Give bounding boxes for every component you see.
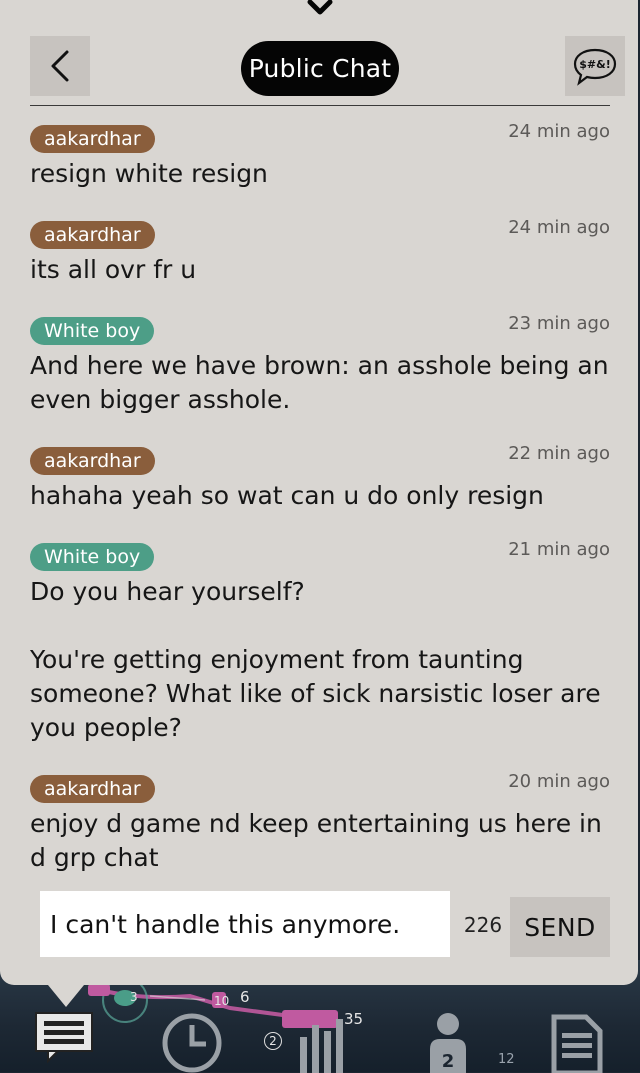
chat-message: White boy 23 min ago And here we have br… xyxy=(30,313,617,417)
chat-panel: Public Chat $#&! aakardhar 24 min ago re… xyxy=(0,0,638,985)
char-count: 226 xyxy=(463,913,503,937)
speech-bubble-icon: $#&! xyxy=(573,48,617,86)
message-text: hahaha yeah so wat can u do only resign xyxy=(30,481,544,510)
message-author[interactable]: aakardhar xyxy=(30,775,155,803)
document-icon[interactable] xyxy=(550,1011,604,1073)
bottom-nav: 2 xyxy=(0,985,640,1073)
message-author[interactable]: aakardhar xyxy=(30,125,155,153)
page-title: Public Chat xyxy=(241,41,399,96)
message-input[interactable]: I can't handle this anymore. xyxy=(40,891,450,957)
message-time: 23 min ago xyxy=(508,313,610,334)
message-time: 22 min ago xyxy=(508,443,610,464)
message-text: Do you hear yourself? You're getting enj… xyxy=(30,577,601,742)
chat-message: aakardhar 24 min ago resign white resign xyxy=(30,121,610,191)
chat-message: aakardhar 22 min ago hahaha yeah so wat … xyxy=(30,443,610,513)
message-text: resign white resign xyxy=(30,159,268,188)
send-button[interactable]: SEND xyxy=(510,897,610,957)
clock-icon[interactable] xyxy=(160,1011,224,1073)
message-text: enjoy d game nd keep entertaining us her… xyxy=(30,809,610,872)
message-time: 21 min ago xyxy=(508,539,610,560)
collapse-chevron-icon[interactable] xyxy=(307,0,333,16)
profanity-filter-button[interactable]: $#&! xyxy=(565,36,625,96)
message-author[interactable]: White boy xyxy=(30,317,155,345)
chat-message: White boy 21 min ago Do you hear yoursel… xyxy=(30,539,610,745)
player-icon[interactable]: 2 xyxy=(428,1011,468,1073)
message-author[interactable]: aakardhar xyxy=(30,221,155,249)
chat-message: aakardhar 24 min ago its all ovr fr u xyxy=(30,217,610,287)
header-divider xyxy=(30,105,610,106)
player-badge: 2 xyxy=(442,1051,455,1072)
message-time: 24 min ago xyxy=(508,121,610,142)
message-text: its all ovr fr u xyxy=(30,255,197,284)
chat-icon[interactable] xyxy=(34,1011,96,1063)
message-author[interactable]: White boy xyxy=(30,543,155,571)
message-time: 20 min ago xyxy=(508,771,610,792)
message-time: 24 min ago xyxy=(508,217,610,238)
message-text: And here we have brown: an asshole being… xyxy=(30,351,617,414)
back-button[interactable] xyxy=(30,36,90,96)
chevron-left-icon xyxy=(51,50,69,82)
stats-icon[interactable] xyxy=(296,1015,348,1073)
message-author[interactable]: aakardhar xyxy=(30,447,155,475)
chat-message: aakardhar 20 min ago enjoy d game nd kee… xyxy=(30,771,610,875)
filter-icon-text: $#&! xyxy=(579,58,610,71)
